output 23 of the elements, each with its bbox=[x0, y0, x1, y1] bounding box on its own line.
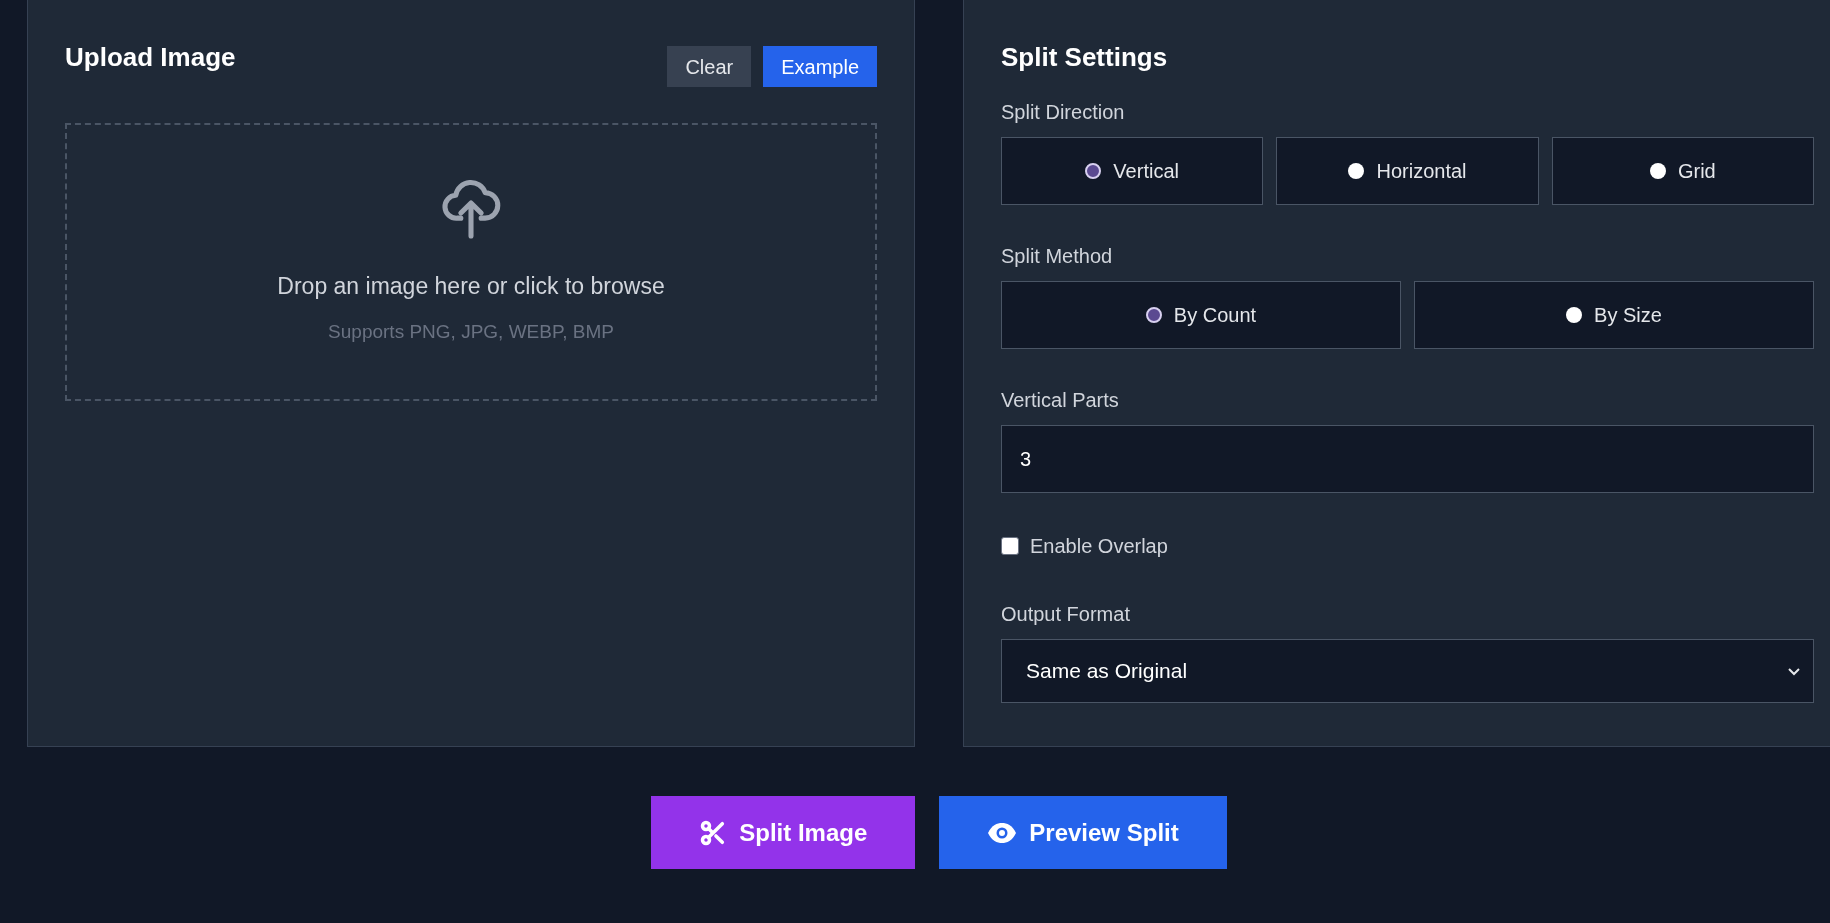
example-button[interactable]: Example bbox=[763, 46, 877, 87]
radio-option[interactable]: By Count bbox=[1001, 281, 1401, 349]
radio-option[interactable]: Vertical bbox=[1001, 137, 1264, 205]
overlap-checkbox[interactable] bbox=[1001, 537, 1019, 555]
field-label: Output Format bbox=[1001, 602, 1131, 627]
clear-button[interactable]: Clear bbox=[667, 46, 752, 87]
parts-input[interactable]: 3 bbox=[1001, 425, 1814, 493]
panel-title: Split Settings bbox=[1001, 41, 1169, 74]
checkbox-label: Enable Overlap bbox=[1030, 534, 1168, 559]
field-label: Split Method bbox=[1001, 244, 1114, 269]
preview-button[interactable]: Preview Split bbox=[939, 796, 1227, 869]
radio-option[interactable]: Horizontal bbox=[1276, 137, 1539, 205]
radio-option[interactable]: By Size bbox=[1414, 281, 1814, 349]
supported-formats: Supports PNG, JPG, WEBP, BMP bbox=[328, 319, 614, 344]
format-select[interactable]: Same as Original bbox=[1001, 639, 1814, 703]
drop-instructions: Drop an image here or click to browse bbox=[277, 272, 665, 301]
eye-icon bbox=[987, 821, 1018, 844]
radio-option[interactable]: Grid bbox=[1551, 137, 1814, 205]
field-label: Vertical Parts bbox=[1001, 388, 1120, 413]
drop-zone[interactable]: Drop an image here or click to browse Supports PNG, JPG, WEBP, BMP bbox=[65, 123, 877, 401]
split-button[interactable]: Split Image bbox=[651, 796, 916, 869]
panel-title: Upload Image bbox=[65, 41, 236, 74]
field-label: Split Direction bbox=[1001, 100, 1126, 125]
